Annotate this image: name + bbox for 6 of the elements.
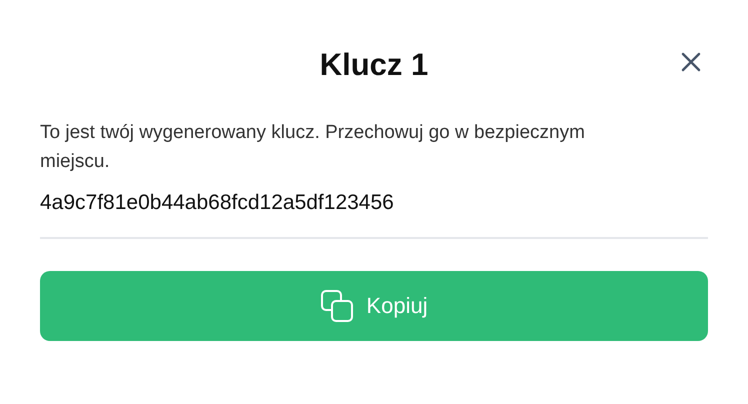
dialog-title: Klucz 1 (320, 47, 428, 83)
copy-button[interactable]: Kopiuj (40, 271, 708, 341)
key-text: 4a9c7f81e0b44ab68fcd12a5df123456 (40, 191, 395, 216)
close-icon[interactable] (680, 51, 702, 73)
message-text: To jest twój wygenerowany klucz. Przechowuj go w bezpiecznym miejscu. (40, 121, 586, 174)
copy-icon (320, 289, 354, 323)
